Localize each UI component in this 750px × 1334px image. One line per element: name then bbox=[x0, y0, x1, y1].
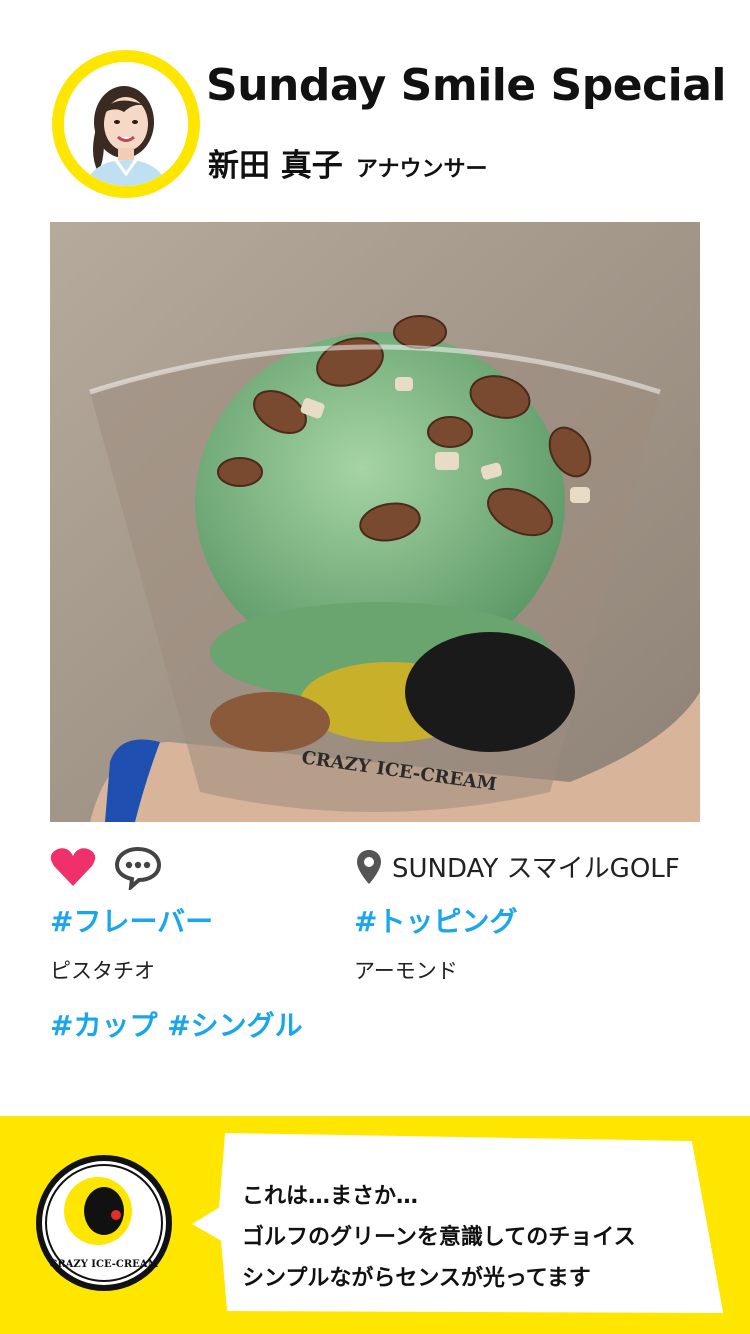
announcer-avatar[interactable] bbox=[52, 50, 200, 198]
comment-line-3: シンプルながらセンスが光ってます bbox=[242, 1266, 591, 1291]
comment-line-1: これは…まさか… bbox=[242, 1184, 419, 1209]
avatar-photo bbox=[64, 62, 188, 186]
page-title: Sunday Smile Special bbox=[206, 60, 727, 111]
like-heart-icon[interactable] bbox=[50, 846, 96, 892]
location-label: SUNDAY スマイルGOLF bbox=[392, 854, 680, 884]
comment-line-2: ゴルフのグリーンを意識してのチョイス bbox=[242, 1225, 636, 1250]
flavor-value: ピスタチオ bbox=[50, 959, 155, 983]
hashtag-topping[interactable]: #トッピング bbox=[354, 900, 517, 940]
topping-value: アーモンド bbox=[354, 959, 458, 983]
hashtag-flavor[interactable]: #フレーバー bbox=[50, 900, 213, 940]
comment-text: これは…まさか… ゴルフのグリーンを意識してのチョイス シンプルながらセンスが光… bbox=[242, 1176, 636, 1299]
location-pin-icon bbox=[357, 849, 381, 884]
logo-text: CRAZY ICE-CREAM bbox=[49, 1259, 158, 1270]
comment-icon[interactable] bbox=[114, 846, 162, 894]
announcer-credit: 新田 真子 アナウンサー bbox=[208, 140, 487, 185]
announcer-role: アナウンサー bbox=[355, 157, 488, 182]
post-photo[interactable]: CRAZY ICE-CREAM bbox=[50, 222, 700, 822]
hashtag-style[interactable]: #カップ #シングル bbox=[50, 1004, 303, 1044]
announcer-name: 新田 真子 bbox=[208, 148, 343, 184]
location-tag[interactable]: SUNDAY スマイルGOLF bbox=[356, 848, 680, 885]
crazy-ice-cream-logo: CRAZY ICE-CREAM bbox=[36, 1155, 172, 1291]
